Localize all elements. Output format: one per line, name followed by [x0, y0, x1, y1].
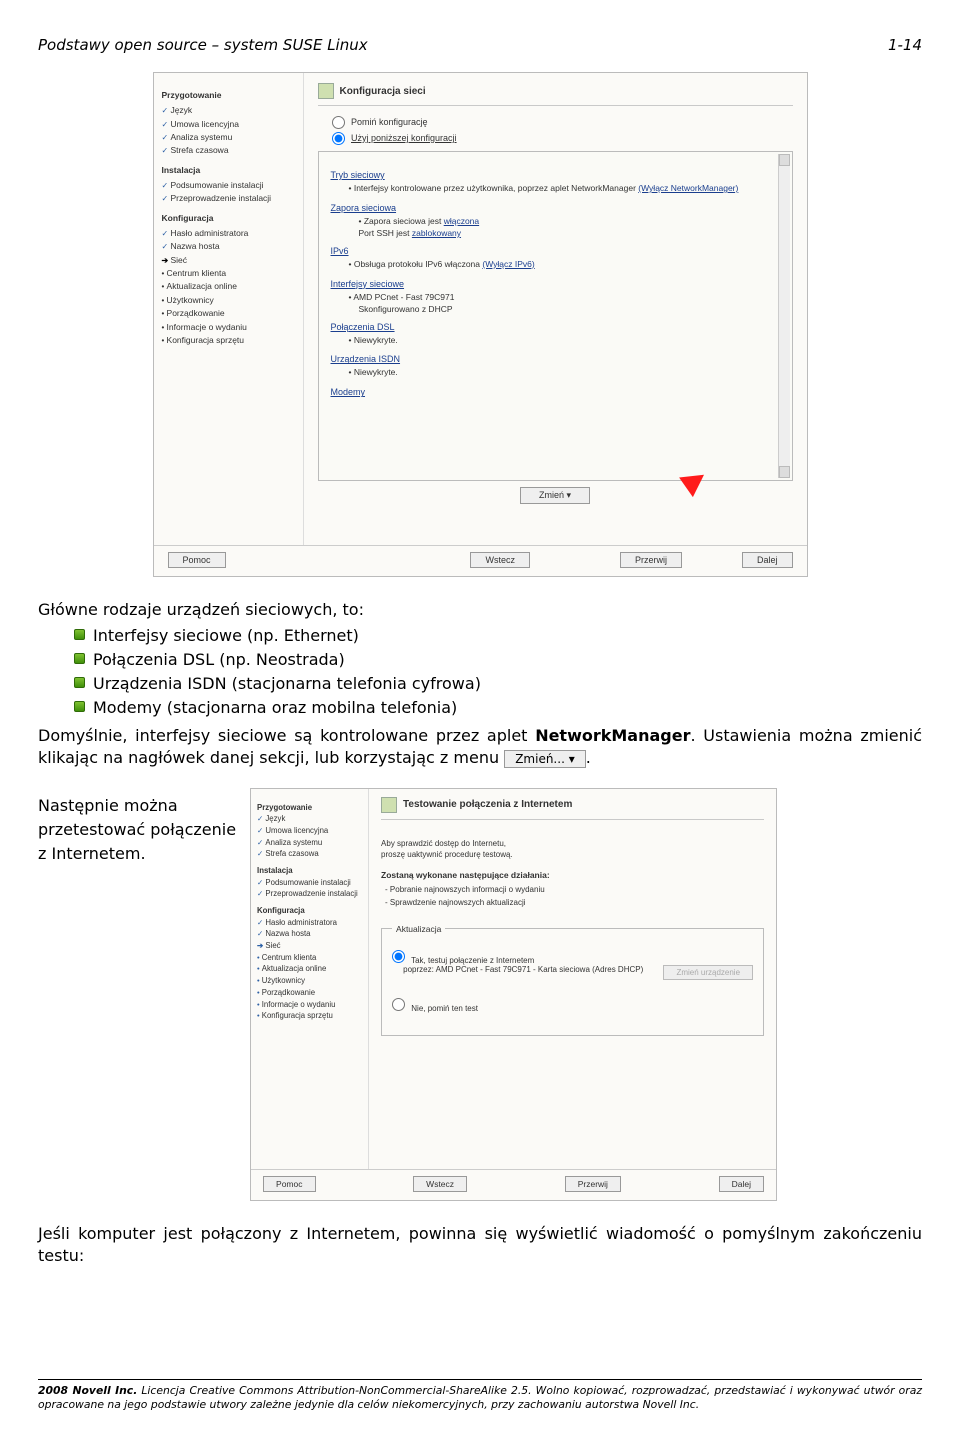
sidebar-item: Hasło administratora: [162, 227, 295, 240]
pane-title-text: Konfiguracja sieci: [340, 86, 426, 97]
section-link-interfaces[interactable]: Interfejsy sieciowe: [331, 279, 780, 289]
scrollbar[interactable]: [778, 154, 790, 478]
intro-line: Główne rodzaje urządzeń sieciowych, to:: [38, 599, 922, 621]
fieldset-legend: Aktualizacja: [392, 924, 445, 934]
divider: [381, 819, 764, 820]
config-item: Zapora sieciowa jest włączona: [359, 216, 780, 228]
config-item: Niewykryte.: [349, 367, 780, 379]
sidebar-group-instalacja: Instalacja: [162, 164, 295, 177]
screenshot-internet-test: Przygotowanie Język Umowa licencyjna Ana…: [250, 788, 777, 1201]
network-icon: [381, 797, 397, 813]
sidebar-item: Informacje o wydaniu: [162, 321, 295, 334]
sidebar-item: Konfiguracja sprzętu: [162, 334, 295, 347]
config-item: Niewykryte.: [349, 335, 780, 347]
test-message: Aby sprawdzić dostęp do Internetu, prosz…: [381, 838, 764, 860]
zmien-inline-button[interactable]: Zmień... ▾: [504, 750, 586, 769]
radio-skip-config[interactable]: Pomiń konfigurację: [332, 116, 793, 129]
sidebar-item: Strefa czasowa: [162, 144, 295, 157]
radio-test-yes[interactable]: Tak, testuj połączenie z Internetem popr…: [392, 950, 753, 974]
installer-footer: Pomoc Wstecz Przerwij Dalej: [251, 1169, 776, 1200]
bullet-icon: [74, 653, 85, 664]
page-header: Podstawy open source – system SUSE Linux…: [38, 36, 922, 54]
link-disable-nm[interactable]: (Wyłącz NetworkManager): [638, 183, 738, 193]
action-item: - Pobranie najnowszych informacji o wyda…: [385, 884, 764, 897]
divider: [318, 105, 793, 106]
actions-subhead: Zostaną wykonane następujące działania:: [381, 870, 764, 880]
sidebar-item: Podsumowanie instalacji: [162, 179, 295, 192]
config-item: Obsługa protokołu IPv6 włączona (Wyłącz …: [349, 259, 780, 271]
page-footer-license: 2008 Novell Inc. Licencja Creative Commo…: [38, 1379, 922, 1412]
section-link-modemy[interactable]: Modemy: [331, 387, 780, 397]
text-line: przetestować połączenie: [38, 818, 236, 842]
link-firewall-on[interactable]: włączona: [444, 216, 479, 226]
dalej-button[interactable]: Dalej: [719, 1176, 764, 1192]
header-title: Podstawy open source – system SUSE Linux: [38, 36, 368, 54]
screenshot-network-config: Przygotowanie Język Umowa licencyjna Ana…: [153, 72, 808, 577]
change-device-button[interactable]: Zmień urządzenie: [663, 965, 753, 980]
bullet-list: Interfejsy sieciowe (np. Ethernet) Połąc…: [74, 625, 922, 719]
wstecz-button[interactable]: Wstecz: [413, 1176, 467, 1192]
network-icon: [318, 83, 334, 99]
section-link-zapora[interactable]: Zapora sieciowa: [331, 203, 780, 213]
pomoc-button[interactable]: Pomoc: [168, 552, 226, 568]
przerwij-button[interactable]: Przerwij: [620, 552, 682, 568]
bullet-icon: [74, 701, 85, 712]
sidebar-group-konfiguracja: Konfiguracja: [162, 212, 295, 225]
sidebar-item: Język: [162, 104, 295, 117]
paragraph-networkmanager: Domyślnie, interfejsy sieciowe są kontro…: [38, 725, 922, 769]
sidebar-item: Użytkownicy: [162, 294, 295, 307]
bullet-icon: [74, 677, 85, 688]
sidebar-item: Przeprowadzenie instalacji: [162, 192, 295, 205]
zmien-button[interactable]: Zmień ▾: [520, 487, 590, 504]
installer-main-pane: Testowanie połączenia z Internetem Aby s…: [369, 789, 776, 1169]
bottom-paragraph: Jeśli komputer jest połączony z Internet…: [38, 1223, 922, 1267]
sidebar-item: Nazwa hosta: [162, 240, 295, 253]
section-link-dsl[interactable]: Połączenia DSL: [331, 322, 780, 332]
pane-title: Testowanie połączenia z Internetem: [381, 797, 764, 813]
link-disable-ipv6[interactable]: (Wyłącz IPv6): [482, 259, 534, 269]
left-column-text: Następnie można przetestować połączenie …: [38, 788, 236, 1201]
radio-use-config[interactable]: Użyj poniższej konfiguracji: [332, 132, 793, 145]
bullet-item: Połączenia DSL (np. Neostrada): [74, 649, 922, 671]
config-item: AMD PCnet - Fast 79C971: [349, 292, 780, 304]
text-line: Następnie można: [38, 794, 236, 818]
bullet-item: Interfejsy sieciowe (np. Ethernet): [74, 625, 922, 647]
wstecz-button[interactable]: Wstecz: [470, 552, 530, 568]
sidebar-item: Umowa licencyjna: [162, 118, 295, 131]
body-text: Główne rodzaje urządzeń sieciowych, to: …: [38, 599, 922, 770]
config-item: Port SSH jest zablokowany: [359, 228, 780, 238]
pomoc-button[interactable]: Pomoc: [263, 1176, 315, 1192]
dalej-button[interactable]: Dalej: [742, 552, 793, 568]
config-summary-box: Tryb sieciowy Interfejsy kontrolowane pr…: [318, 151, 793, 481]
section-link-ipv6[interactable]: IPv6: [331, 246, 780, 256]
action-item: - Sprawdzenie najnowszych aktualizacji: [385, 897, 764, 910]
aktualizacja-fieldset: Aktualizacja Tak, testuj połączenie z In…: [381, 924, 764, 1036]
config-item: Skonfigurowano z DHCP: [359, 304, 780, 314]
bullet-item: Urządzenia ISDN (stacjonarna telefonia c…: [74, 673, 922, 695]
config-item: Interfejsy kontrolowane przez użytkownik…: [349, 183, 780, 195]
sidebar-item: Aktualizacja online: [162, 280, 295, 293]
section-link-tryb[interactable]: Tryb sieciowy: [331, 170, 780, 180]
pane-title: Konfiguracja sieci: [318, 83, 793, 99]
sidebar-group-przygotowanie: Przygotowanie: [162, 89, 295, 102]
bullet-icon: [74, 629, 85, 640]
section-link-isdn[interactable]: Urządzenia ISDN: [331, 354, 780, 364]
radio-test-no[interactable]: Nie, pomiń ten test: [392, 998, 753, 1013]
sidebar-item-current: Sieć: [162, 254, 295, 267]
installer-sidebar: Przygotowanie Język Umowa licencyjna Ana…: [154, 73, 304, 545]
przerwij-button[interactable]: Przerwij: [565, 1176, 621, 1192]
installer-footer: Pomoc Wstecz Przerwij Dalej: [154, 545, 807, 576]
sidebar-item: Analiza systemu: [162, 131, 295, 144]
header-page-number: 1-14: [888, 36, 922, 54]
installer-main-pane: Konfiguracja sieci Pomiń konfigurację Uż…: [304, 73, 807, 545]
installer-sidebar: Przygotowanie Język Umowa licencyjna Ana…: [251, 789, 369, 1169]
link-ssh-blocked[interactable]: zablokowany: [412, 228, 461, 238]
text-line: z Internetem.: [38, 842, 236, 866]
sidebar-item: Centrum klienta: [162, 267, 295, 280]
sidebar-item: Porządkowanie: [162, 307, 295, 320]
bullet-item: Modemy (stacjonarna oraz mobilna telefon…: [74, 697, 922, 719]
